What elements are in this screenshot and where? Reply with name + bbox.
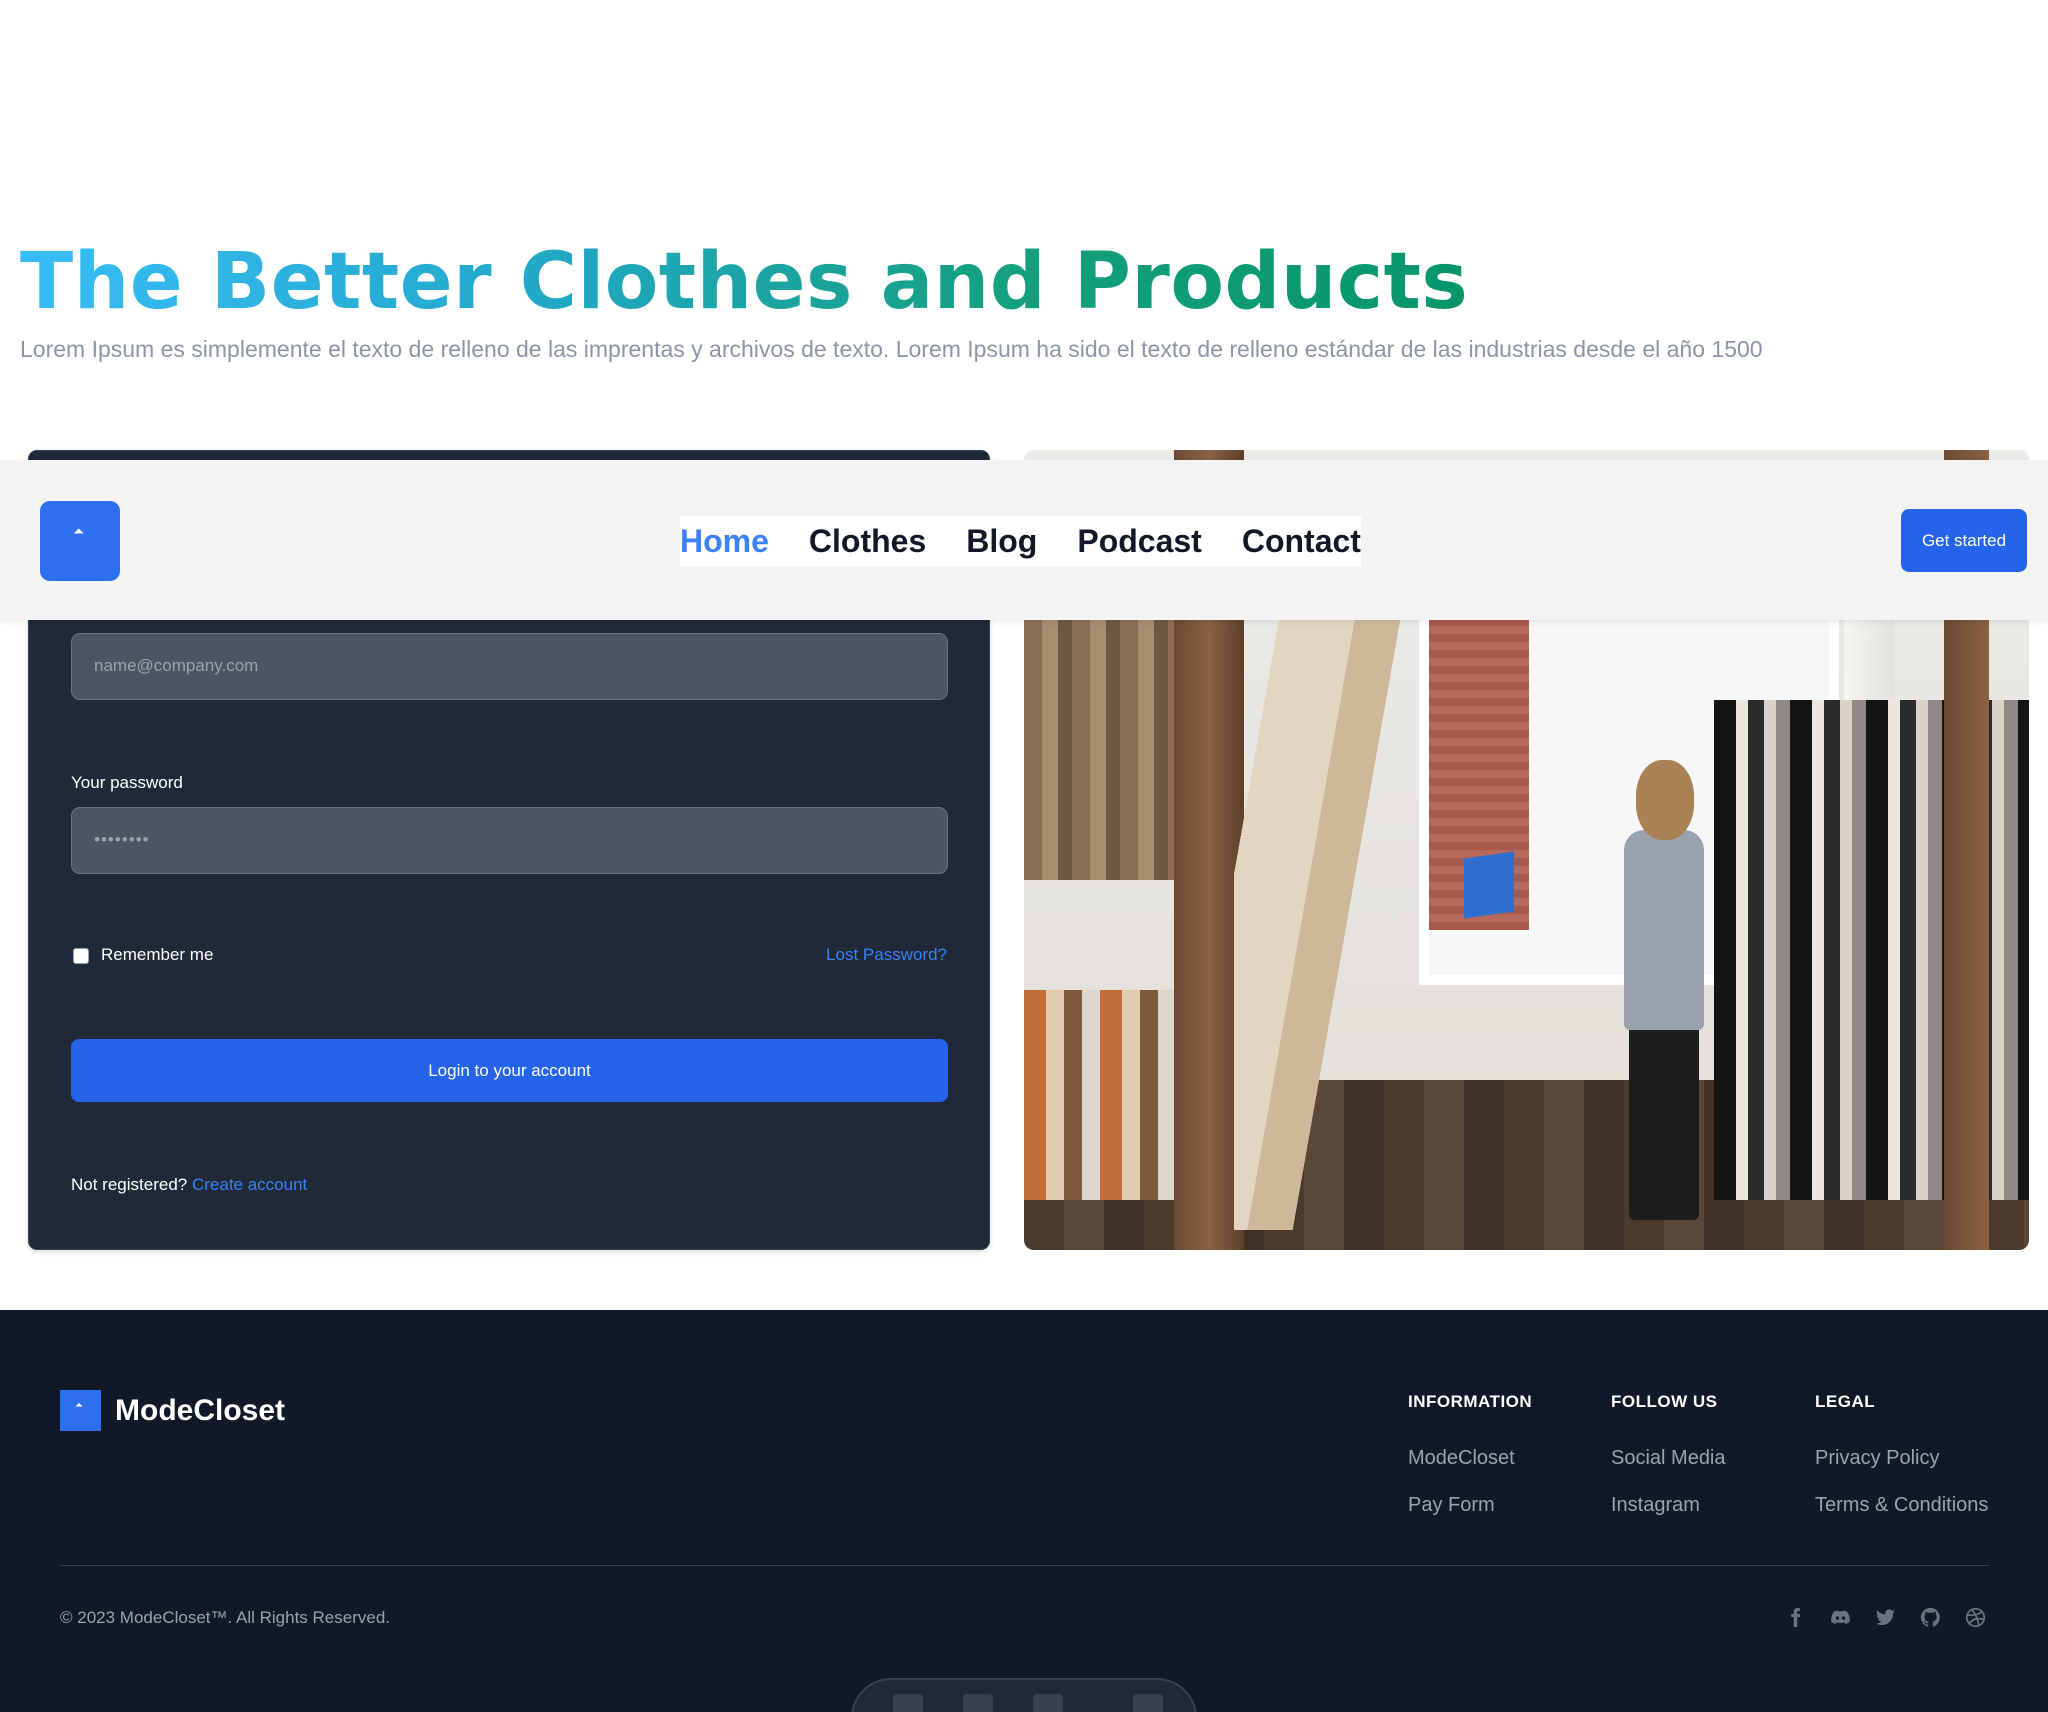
facebook-icon[interactable]: [1785, 1607, 1806, 1628]
password-label: Your password: [71, 773, 183, 792]
footer-column-information: INFORMATION ModeCloset Pay Form: [1408, 1392, 1532, 1517]
settings-icon[interactable]: [1133, 1694, 1163, 1712]
not-registered-label: Not registered?: [71, 1175, 188, 1194]
remember-label: Remember me: [101, 945, 214, 964]
footer-column-follow-us: FOLLOW US Social Media Instagram: [1611, 1392, 1726, 1517]
get-started-button[interactable]: Get started: [1901, 509, 2027, 572]
footer-brand[interactable]: ModeCloset: [115, 1390, 285, 1431]
nav-link-blog[interactable]: Blog: [966, 516, 1037, 566]
footer-link-social-media[interactable]: Social Media: [1611, 1447, 1726, 1470]
toolbar-item-icon[interactable]: [963, 1694, 993, 1712]
footer-link-instagram[interactable]: Instagram: [1611, 1494, 1726, 1517]
nav-link-podcast[interactable]: Podcast: [1077, 516, 1201, 566]
image-person-head: [1636, 760, 1694, 840]
password-field[interactable]: ••••••••: [71, 807, 948, 874]
image-blue-awning: [1464, 851, 1514, 919]
footer-link-pay-form[interactable]: Pay Form: [1408, 1494, 1532, 1517]
footer-column-title: LEGAL: [1815, 1392, 1876, 1411]
image-person-body: [1624, 830, 1704, 1030]
footer-column-title: FOLLOW US: [1611, 1392, 1718, 1411]
create-account-link[interactable]: Create account: [192, 1175, 307, 1194]
copyright-text: © 2023 ModeCloset™. All Rights Reserved.: [60, 1608, 391, 1627]
login-button[interactable]: Login to your account: [71, 1039, 948, 1102]
github-icon[interactable]: [1920, 1607, 1941, 1628]
footer-link-privacy-policy[interactable]: Privacy Policy: [1815, 1447, 1988, 1470]
footer: ⏶ ModeCloset INFORMATION ModeCloset Pay …: [0, 1310, 2048, 1712]
not-registered-text: Not registered? Create account: [71, 1175, 307, 1195]
toolbar-item-icon[interactable]: [893, 1694, 923, 1712]
footer-column-title: INFORMATION: [1408, 1392, 1533, 1411]
dribbble-icon[interactable]: [1965, 1607, 1986, 1628]
lost-password-link[interactable]: Lost Password?: [826, 945, 947, 965]
hero-title: The Better Clothes and Products: [20, 232, 1468, 332]
nav-link-contact[interactable]: Contact: [1242, 516, 1361, 566]
toolbar-item-icon[interactable]: [1033, 1694, 1063, 1712]
floating-toolbar-fragment: [851, 1678, 1197, 1712]
social-icons: [1785, 1607, 1986, 1628]
footer-logo-icon[interactable]: ⏶: [60, 1390, 101, 1431]
image-teepee: [1234, 530, 1414, 1230]
footer-link-terms[interactable]: Terms & Conditions: [1815, 1494, 1988, 1517]
site-logo[interactable]: ⏶: [40, 501, 120, 581]
navbar: ⏶ Home Clothes Blog Podcast Contact Get …: [0, 460, 2048, 620]
nav-menu: Home Clothes Blog Podcast Contact: [680, 516, 1361, 566]
footer-link-modecloset[interactable]: ModeCloset: [1408, 1447, 1532, 1470]
nav-link-home[interactable]: Home: [680, 516, 769, 566]
footer-column-legal: LEGAL Privacy Policy Terms & Conditions: [1815, 1392, 1988, 1517]
twitter-icon[interactable]: [1875, 1607, 1896, 1628]
email-field[interactable]: name@company.com: [71, 633, 948, 700]
logo-mark-icon: ⏶: [73, 523, 85, 539]
footer-divider: [60, 1565, 1989, 1566]
image-person-legs: [1629, 1020, 1699, 1220]
remember-checkbox[interactable]: [73, 948, 89, 964]
hero-subtitle: Lorem Ipsum es simplemente el texto de r…: [20, 336, 1763, 362]
discord-icon[interactable]: [1830, 1607, 1851, 1628]
nav-link-clothes[interactable]: Clothes: [809, 516, 926, 566]
